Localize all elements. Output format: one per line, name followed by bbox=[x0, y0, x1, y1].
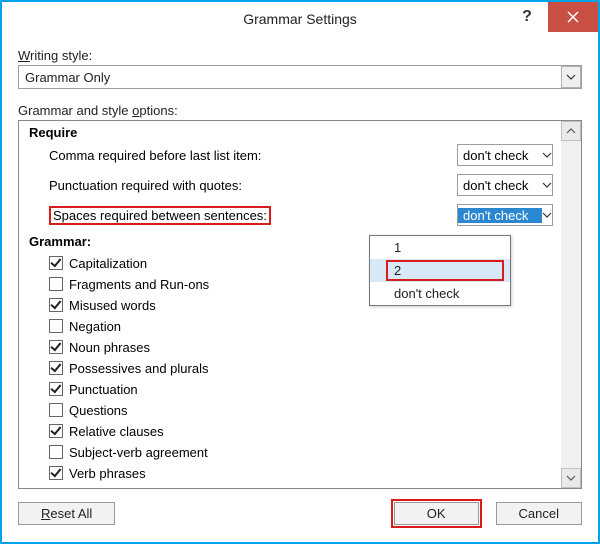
grammar-item[interactable]: Subject-verb agreement bbox=[49, 442, 553, 462]
reset-all-button[interactable]: Reset All bbox=[18, 502, 115, 525]
writing-style-label: Writing style: bbox=[18, 48, 582, 63]
checkbox[interactable] bbox=[49, 256, 63, 270]
grammar-label: Noun phrases bbox=[69, 340, 150, 355]
dialog-content: Writing style: Grammar Only Grammar and … bbox=[2, 36, 598, 489]
chevron-down-icon bbox=[542, 150, 552, 160]
require-label: Punctuation required with quotes: bbox=[49, 178, 457, 193]
require-value: don't check bbox=[458, 208, 542, 223]
grammar-item[interactable]: Negation bbox=[49, 316, 553, 336]
require-row: Spaces required between sentences:don't … bbox=[49, 204, 553, 226]
checkbox[interactable] bbox=[49, 403, 63, 417]
close-button[interactable] bbox=[548, 2, 598, 32]
checkbox[interactable] bbox=[49, 277, 63, 291]
dropdown-option[interactable]: 2 bbox=[370, 259, 510, 282]
dropdown-option[interactable]: don't check bbox=[370, 282, 510, 305]
scroll-up-button[interactable] bbox=[561, 121, 581, 141]
checkbox[interactable] bbox=[49, 445, 63, 459]
grammar-item[interactable]: Possessives and plurals bbox=[49, 358, 553, 378]
require-select[interactable]: don't check bbox=[457, 144, 553, 166]
dialog-window: Grammar Settings ? Writing style: Gramma… bbox=[0, 0, 600, 544]
grammar-label: Questions bbox=[69, 403, 128, 418]
grammar-label: Possessives and plurals bbox=[69, 361, 208, 376]
cancel-button[interactable]: Cancel bbox=[496, 502, 582, 525]
button-row: Reset All OK Cancel bbox=[2, 489, 598, 542]
dropdown-option[interactable]: 1 bbox=[370, 236, 510, 259]
require-label: Spaces required between sentences: bbox=[49, 208, 457, 223]
chevron-down-icon bbox=[566, 72, 576, 82]
scroll-down-button[interactable] bbox=[561, 468, 581, 488]
grammar-label: Misused words bbox=[69, 298, 156, 313]
require-select[interactable]: don't check bbox=[457, 204, 553, 226]
require-row: Comma required before last list item:don… bbox=[49, 144, 553, 166]
help-icon: ? bbox=[522, 8, 532, 26]
grammar-item[interactable]: Relative clauses bbox=[49, 421, 553, 441]
spaces-dropdown-popup: 12don't check bbox=[369, 235, 511, 306]
chevron-down-icon bbox=[566, 473, 576, 483]
chevron-down-icon bbox=[542, 210, 552, 220]
require-label: Comma required before last list item: bbox=[49, 148, 457, 163]
grammar-label: Relative clauses bbox=[69, 424, 164, 439]
help-button[interactable]: ? bbox=[506, 2, 548, 32]
checkbox[interactable] bbox=[49, 466, 63, 480]
grammar-item[interactable]: Questions bbox=[49, 400, 553, 420]
require-dropdown-button[interactable] bbox=[542, 208, 552, 223]
checkbox[interactable] bbox=[49, 298, 63, 312]
checkbox[interactable] bbox=[49, 361, 63, 375]
checkbox[interactable] bbox=[49, 340, 63, 354]
scroll-track[interactable] bbox=[561, 141, 581, 468]
grammar-item[interactable]: Verb phrases bbox=[49, 463, 553, 483]
require-row: Punctuation required with quotes:don't c… bbox=[49, 174, 553, 196]
titlebar: Grammar Settings ? bbox=[2, 2, 598, 36]
grammar-label: Fragments and Run-ons bbox=[69, 277, 209, 292]
require-heading: Require bbox=[29, 125, 553, 140]
checkbox[interactable] bbox=[49, 319, 63, 333]
checkbox[interactable] bbox=[49, 382, 63, 396]
options-body: Require Comma required before last list … bbox=[19, 121, 561, 488]
checkbox[interactable] bbox=[49, 424, 63, 438]
grammar-label: Negation bbox=[69, 319, 121, 334]
writing-style-value: Grammar Only bbox=[19, 70, 561, 85]
chevron-down-icon bbox=[542, 180, 552, 190]
options-label: Grammar and style options: bbox=[18, 103, 582, 118]
options-panel: Require Comma required before last list … bbox=[18, 120, 582, 489]
chevron-up-icon bbox=[566, 126, 576, 136]
titlebar-buttons: ? bbox=[506, 2, 598, 32]
grammar-label: Capitalization bbox=[69, 256, 147, 271]
grammar-label: Verb phrases bbox=[69, 466, 146, 481]
writing-style-dropdown-button[interactable] bbox=[561, 66, 581, 88]
require-value: don't check bbox=[458, 178, 542, 193]
require-select[interactable]: don't check bbox=[457, 174, 553, 196]
require-dropdown-button[interactable] bbox=[542, 178, 552, 193]
grammar-item[interactable]: Noun phrases bbox=[49, 337, 553, 357]
grammar-label: Subject-verb agreement bbox=[69, 445, 208, 460]
ok-highlight: OK bbox=[391, 499, 482, 528]
require-dropdown-button[interactable] bbox=[542, 148, 552, 163]
writing-style-select[interactable]: Grammar Only bbox=[18, 65, 582, 89]
ok-button[interactable]: OK bbox=[394, 502, 479, 525]
require-value: don't check bbox=[458, 148, 542, 163]
scrollbar[interactable] bbox=[561, 121, 581, 488]
grammar-label: Punctuation bbox=[69, 382, 138, 397]
close-icon bbox=[567, 11, 579, 23]
grammar-item[interactable]: Punctuation bbox=[49, 379, 553, 399]
